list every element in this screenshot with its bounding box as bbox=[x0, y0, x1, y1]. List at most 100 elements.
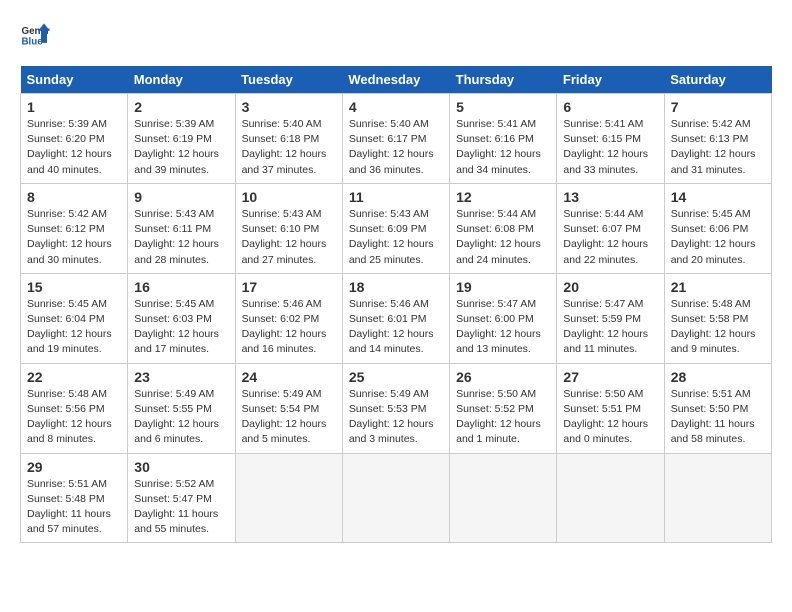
day-info: Sunrise: 5:49 AMSunset: 5:54 PMDaylight:… bbox=[242, 387, 336, 448]
col-header-saturday: Saturday bbox=[664, 66, 771, 94]
day-cell: 7 Sunrise: 5:42 AMSunset: 6:13 PMDaylight… bbox=[664, 94, 771, 184]
day-number: 10 bbox=[242, 189, 336, 205]
col-header-monday: Monday bbox=[128, 66, 235, 94]
day-number: 13 bbox=[563, 189, 657, 205]
day-cell: 15Sunrise: 5:45 AMSunset: 6:04 PMDayligh… bbox=[21, 273, 128, 363]
day-info: Sunrise: 5:39 AMSunset: 6:19 PMDaylight:… bbox=[134, 117, 228, 178]
day-cell: 5 Sunrise: 5:41 AMSunset: 6:16 PMDaylight… bbox=[450, 94, 557, 184]
day-info: Sunrise: 5:45 AMSunset: 6:03 PMDaylight:… bbox=[134, 297, 228, 358]
col-header-friday: Friday bbox=[557, 66, 664, 94]
day-number: 15 bbox=[27, 279, 121, 295]
day-info: Sunrise: 5:46 AMSunset: 6:01 PMDaylight:… bbox=[349, 297, 443, 358]
day-info: Sunrise: 5:45 AMSunset: 6:06 PMDaylight:… bbox=[671, 207, 765, 268]
day-number: 19 bbox=[456, 279, 550, 295]
col-header-sunday: Sunday bbox=[21, 66, 128, 94]
day-info: Sunrise: 5:44 AMSunset: 6:08 PMDaylight:… bbox=[456, 207, 550, 268]
day-info: Sunrise: 5:40 AMSunset: 6:18 PMDaylight:… bbox=[242, 117, 336, 178]
day-cell: 2 Sunrise: 5:39 AMSunset: 6:19 PMDaylight… bbox=[128, 94, 235, 184]
week-row-4: 22 Sunrise: 5:48 AMSunset: 5:56 PMDayligh… bbox=[21, 363, 772, 453]
day-number: 2 bbox=[134, 99, 228, 115]
day-cell: 17 Sunrise: 5:46 AMSunset: 6:02 PMDayligh… bbox=[235, 273, 342, 363]
day-number: 3 bbox=[242, 99, 336, 115]
header-row: SundayMondayTuesdayWednesdayThursdayFrid… bbox=[21, 66, 772, 94]
day-number: 28 bbox=[671, 369, 765, 385]
day-number: 14 bbox=[671, 189, 765, 205]
day-cell: 29 Sunrise: 5:51 AMSunset: 5:48 PMDayligh… bbox=[21, 453, 128, 543]
day-info: Sunrise: 5:52 AMSunset: 5:47 PMDaylight:… bbox=[134, 477, 228, 538]
day-number: 7 bbox=[671, 99, 765, 115]
day-cell: 14 Sunrise: 5:45 AMSunset: 6:06 PMDayligh… bbox=[664, 183, 771, 273]
day-number: 18 bbox=[349, 279, 443, 295]
day-number: 6 bbox=[563, 99, 657, 115]
day-info: Sunrise: 5:51 AMSunset: 5:48 PMDaylight:… bbox=[27, 477, 121, 538]
day-info: Sunrise: 5:48 AMSunset: 5:58 PMDaylight:… bbox=[671, 297, 765, 358]
day-info: Sunrise: 5:46 AMSunset: 6:02 PMDaylight:… bbox=[242, 297, 336, 358]
day-cell: 26 Sunrise: 5:50 AMSunset: 5:52 PMDayligh… bbox=[450, 363, 557, 453]
day-info: Sunrise: 5:51 AMSunset: 5:50 PMDaylight:… bbox=[671, 387, 765, 448]
day-info: Sunrise: 5:42 AMSunset: 6:13 PMDaylight:… bbox=[671, 117, 765, 178]
day-cell: 13 Sunrise: 5:44 AMSunset: 6:07 PMDayligh… bbox=[557, 183, 664, 273]
day-cell bbox=[235, 453, 342, 543]
day-info: Sunrise: 5:49 AMSunset: 5:55 PMDaylight:… bbox=[134, 387, 228, 448]
day-number: 29 bbox=[27, 459, 121, 475]
day-number: 9 bbox=[134, 189, 228, 205]
day-number: 11 bbox=[349, 189, 443, 205]
day-cell: 21 Sunrise: 5:48 AMSunset: 5:58 PMDayligh… bbox=[664, 273, 771, 363]
day-number: 8 bbox=[27, 189, 121, 205]
day-cell: 27Sunrise: 5:50 AMSunset: 5:51 PMDayligh… bbox=[557, 363, 664, 453]
day-info: Sunrise: 5:48 AMSunset: 5:56 PMDaylight:… bbox=[27, 387, 121, 448]
day-number: 12 bbox=[456, 189, 550, 205]
svg-text:Blue: Blue bbox=[22, 36, 44, 47]
day-info: Sunrise: 5:43 AMSunset: 6:11 PMDaylight:… bbox=[134, 207, 228, 268]
day-cell: 24 Sunrise: 5:49 AMSunset: 5:54 PMDayligh… bbox=[235, 363, 342, 453]
week-row-1: 1 Sunrise: 5:39 AMSunset: 6:20 PMDaylight… bbox=[21, 94, 772, 184]
day-cell: 6 Sunrise: 5:41 AMSunset: 6:15 PMDaylight… bbox=[557, 94, 664, 184]
day-cell: 25 Sunrise: 5:49 AMSunset: 5:53 PMDayligh… bbox=[342, 363, 449, 453]
week-row-5: 29 Sunrise: 5:51 AMSunset: 5:48 PMDayligh… bbox=[21, 453, 772, 543]
day-number: 21 bbox=[671, 279, 765, 295]
week-row-2: 8 Sunrise: 5:42 AMSunset: 6:12 PMDaylight… bbox=[21, 183, 772, 273]
day-info: Sunrise: 5:40 AMSunset: 6:17 PMDaylight:… bbox=[349, 117, 443, 178]
day-info: Sunrise: 5:42 AMSunset: 6:12 PMDaylight:… bbox=[27, 207, 121, 268]
logo: General Blue bbox=[20, 20, 50, 50]
day-cell: 10 Sunrise: 5:43 AMSunset: 6:10 PMDayligh… bbox=[235, 183, 342, 273]
day-cell: 16Sunrise: 5:45 AMSunset: 6:03 PMDayligh… bbox=[128, 273, 235, 363]
day-number: 22 bbox=[27, 369, 121, 385]
day-number: 24 bbox=[242, 369, 336, 385]
day-info: Sunrise: 5:44 AMSunset: 6:07 PMDaylight:… bbox=[563, 207, 657, 268]
day-cell bbox=[342, 453, 449, 543]
day-info: Sunrise: 5:43 AMSunset: 6:10 PMDaylight:… bbox=[242, 207, 336, 268]
day-cell: 22 Sunrise: 5:48 AMSunset: 5:56 PMDayligh… bbox=[21, 363, 128, 453]
col-header-tuesday: Tuesday bbox=[235, 66, 342, 94]
day-info: Sunrise: 5:47 AMSunset: 5:59 PMDaylight:… bbox=[563, 297, 657, 358]
day-cell: 28 Sunrise: 5:51 AMSunset: 5:50 PMDayligh… bbox=[664, 363, 771, 453]
col-header-thursday: Thursday bbox=[450, 66, 557, 94]
day-number: 17 bbox=[242, 279, 336, 295]
day-number: 26 bbox=[456, 369, 550, 385]
day-info: Sunrise: 5:50 AMSunset: 5:51 PMDaylight:… bbox=[563, 387, 657, 448]
day-cell: 19 Sunrise: 5:47 AMSunset: 6:00 PMDayligh… bbox=[450, 273, 557, 363]
day-cell: 12 Sunrise: 5:44 AMSunset: 6:08 PMDayligh… bbox=[450, 183, 557, 273]
day-info: Sunrise: 5:49 AMSunset: 5:53 PMDaylight:… bbox=[349, 387, 443, 448]
calendar-table: SundayMondayTuesdayWednesdayThursdayFrid… bbox=[20, 66, 772, 543]
day-info: Sunrise: 5:50 AMSunset: 5:52 PMDaylight:… bbox=[456, 387, 550, 448]
logo-icon: General Blue bbox=[20, 20, 50, 50]
day-number: 5 bbox=[456, 99, 550, 115]
day-number: 4 bbox=[349, 99, 443, 115]
day-cell: 23Sunrise: 5:49 AMSunset: 5:55 PMDayligh… bbox=[128, 363, 235, 453]
day-cell: 30 Sunrise: 5:52 AMSunset: 5:47 PMDayligh… bbox=[128, 453, 235, 543]
page-header: General Blue bbox=[20, 20, 772, 50]
day-number: 30 bbox=[134, 459, 228, 475]
day-cell bbox=[664, 453, 771, 543]
col-header-wednesday: Wednesday bbox=[342, 66, 449, 94]
day-info: Sunrise: 5:41 AMSunset: 6:15 PMDaylight:… bbox=[563, 117, 657, 178]
day-number: 25 bbox=[349, 369, 443, 385]
day-cell: 9 Sunrise: 5:43 AMSunset: 6:11 PMDaylight… bbox=[128, 183, 235, 273]
day-cell: 3 Sunrise: 5:40 AMSunset: 6:18 PMDaylight… bbox=[235, 94, 342, 184]
day-info: Sunrise: 5:41 AMSunset: 6:16 PMDaylight:… bbox=[456, 117, 550, 178]
day-number: 1 bbox=[27, 99, 121, 115]
day-cell: 1 Sunrise: 5:39 AMSunset: 6:20 PMDaylight… bbox=[21, 94, 128, 184]
day-info: Sunrise: 5:39 AMSunset: 6:20 PMDaylight:… bbox=[27, 117, 121, 178]
day-info: Sunrise: 5:47 AMSunset: 6:00 PMDaylight:… bbox=[456, 297, 550, 358]
day-cell: 18 Sunrise: 5:46 AMSunset: 6:01 PMDayligh… bbox=[342, 273, 449, 363]
